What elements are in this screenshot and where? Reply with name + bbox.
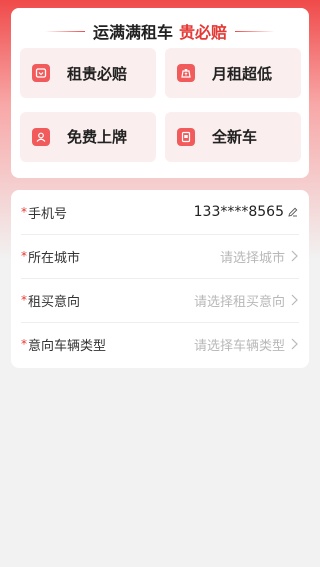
tile-brand-new-car[interactable]: 全新车 [165,111,301,162]
tile-label: 租贵必赔 [67,64,128,83]
vehicle-type-placeholder: 请选择车辆类型 [193,338,285,354]
rent-buy-intent-label: 租买意向 [28,294,81,310]
required-mark: * [21,337,27,351]
rent-buy-intent-placeholder: 请选择租买意向 [193,294,285,310]
tile-rent-guarantee[interactable]: 租贵必赔 [20,48,156,98]
city-select[interactable]: * 所在城市 请选择城市 [11,234,309,278]
field-label: * 意向车辆类型 [21,335,106,354]
city-value-group: 请选择城市 [220,247,298,266]
rent-guarantee-icon [32,64,50,82]
edit-icon[interactable] [288,207,298,217]
phone-value: 133****8565 [193,204,284,220]
promo-title-main: 运满满租车 [92,23,173,42]
chevron-right-icon [291,338,298,350]
tile-free-license[interactable]: 免费上牌 [20,111,156,162]
phone-value-group: 133****8565 [194,204,298,220]
rent-buy-intent-select[interactable]: * 租买意向 请选择租买意向 [11,278,309,322]
tile-label: 全新车 [212,128,258,146]
phone-field[interactable]: * 手机号 133****8565 [11,190,309,234]
tile-label: 月租超低 [212,64,273,83]
required-mark: * [21,249,27,263]
phone-label: 手机号 [28,206,68,222]
city-label: 所在城市 [28,250,81,266]
field-label: * 租买意向 [21,291,80,310]
promo-card: 运满满租车 贵必赔 租贵必赔 月租超低 免费上牌 全新车 [11,8,309,178]
vehicle-type-value-group: 请选择车辆类型 [194,335,298,354]
tile-low-monthly-rent[interactable]: 月租超低 [165,48,301,98]
vehicle-type-select[interactable]: * 意向车辆类型 请选择车辆类型 [11,322,309,366]
benefit-tiles: 租贵必赔 月租超低 免费上牌 全新车 [20,48,301,166]
chevron-right-icon [291,250,298,262]
vehicle-type-label: 意向车辆类型 [28,338,107,354]
chevron-right-icon [291,294,298,306]
title-decor-line-right [235,30,276,32]
rent-buy-intent-value-group: 请选择租买意向 [194,291,298,310]
required-mark: * [21,293,27,307]
promo-title-accent: 贵必赔 [179,23,228,42]
money-bag-icon [177,64,195,82]
field-label: * 手机号 [21,203,67,222]
city-placeholder: 请选择城市 [219,250,285,266]
field-label: * 所在城市 [21,247,80,266]
new-car-icon [177,127,195,146]
promo-title: 运满满租车 贵必赔 [11,19,309,43]
license-plate-icon [32,127,50,146]
tile-label: 免费上牌 [67,128,128,146]
required-mark: * [21,205,27,219]
title-decor-line-left [44,30,85,32]
lead-form: * 手机号 133****8565 * 所在城市 请选择城市 * 租买意向 请选… [11,190,309,368]
